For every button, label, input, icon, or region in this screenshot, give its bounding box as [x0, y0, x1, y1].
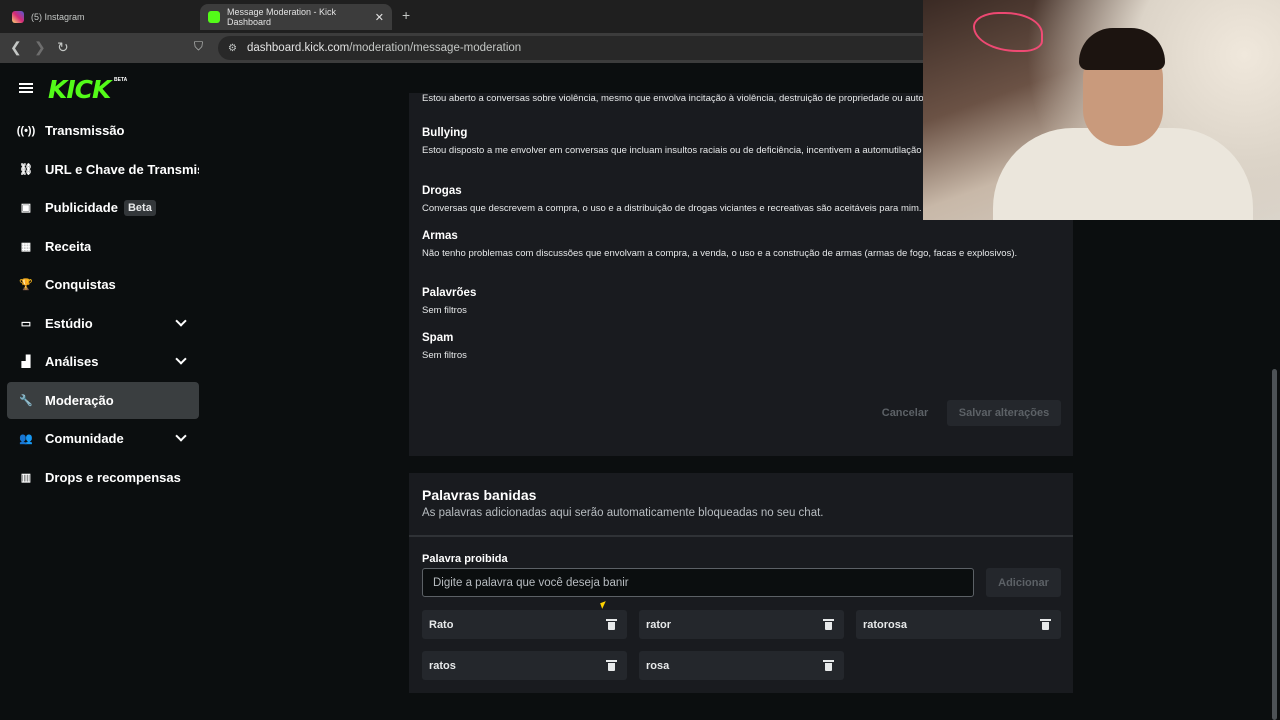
filter-description: Não tenho problemas com discussões que e…: [422, 248, 1018, 259]
save-changes-button[interactable]: Salvar alterações: [947, 400, 1061, 426]
filter-description: Sem filtros: [422, 350, 467, 361]
sidebar: KICK BETA ((•)) Transmissão ⛓ URL e Chave d…: [0, 63, 206, 720]
instagram-favicon-icon: [12, 11, 24, 23]
trash-icon[interactable]: [606, 660, 617, 671]
banned-word-chip: rator: [639, 610, 844, 639]
url-host: dashboard.kick.com: [246, 42, 350, 54]
filter-description: Sem filtros: [422, 305, 467, 316]
webcam-overlay: [923, 0, 1280, 220]
streamer-hair: [1079, 28, 1165, 70]
wallet-icon: ▦: [20, 241, 32, 253]
filter-title: Spam: [422, 332, 454, 344]
sidebar-item[interactable]: ▣ Publicidade Beta: [7, 189, 199, 226]
tab-kick-dashboard[interactable]: Message Moderation - Kick Dashboard ✕: [200, 4, 392, 30]
back-icon[interactable]: ❮: [10, 39, 22, 56]
trash-icon[interactable]: [823, 660, 834, 671]
sidebar-item-label: Transmissão: [45, 123, 125, 138]
sidebar-item-label: Conquistas: [45, 277, 116, 292]
chevron-down-icon[interactable]: [175, 315, 187, 327]
sidebar-item-label: Análises: [45, 354, 99, 369]
sidebar-item-label: Moderação: [45, 393, 114, 408]
sidebar-item[interactable]: ⛓ URL e Chave de Transmissão: [7, 151, 199, 188]
filter-title: Armas: [422, 230, 458, 242]
studio-icon: ▭: [20, 318, 32, 330]
reload-icon[interactable]: ↻: [57, 39, 69, 56]
add-word-button[interactable]: Adicionar: [986, 568, 1061, 597]
banned-words-card: Palavras banidas As palavras adicionadas…: [409, 473, 1073, 693]
address-bar[interactable]: ⚙ dashboard.kick.com/moderation/message-…: [218, 36, 938, 60]
tab-instagram[interactable]: (5) Instagram: [4, 4, 200, 30]
sidebar-item-label: Comunidade: [45, 431, 124, 446]
banned-word-input[interactable]: [422, 568, 974, 597]
close-tab-icon[interactable]: ✕: [375, 11, 384, 24]
new-tab-button[interactable]: +: [402, 7, 410, 23]
banned-word-chip: ratorosa: [856, 610, 1061, 639]
gift-icon: ▥: [20, 472, 32, 484]
sidebar-item[interactable]: ▟ Análises: [7, 343, 199, 380]
banned-word-chip: ratos: [422, 651, 627, 680]
banned-word-chip: rosa: [639, 651, 844, 680]
banned-word-text: Rato: [429, 618, 454, 631]
sidebar-item[interactable]: ▥ Drops e recompensas: [7, 459, 199, 496]
banned-word-label: Palavra proibida: [422, 553, 508, 565]
broadcast-icon: ((•)): [16, 124, 36, 137]
people-icon: 👥: [19, 433, 33, 445]
chevron-down-icon[interactable]: [175, 430, 187, 442]
beta-badge: Beta: [123, 199, 156, 216]
url-path: /moderation/message-moderation: [349, 42, 522, 54]
trash-icon[interactable]: [823, 619, 834, 630]
tab-title: Message Moderation - Kick Dashboard: [227, 7, 337, 27]
filter-profanity: Palavrões Sem filtros: [422, 287, 1062, 317]
trash-icon[interactable]: [1040, 619, 1051, 630]
chart-icon: ▟: [21, 356, 31, 368]
sidebar-item[interactable]: 👥 Comunidade: [7, 420, 199, 457]
sidebar-item[interactable]: ▭ Estúdio: [7, 305, 199, 342]
sidebar-item-label: Receita: [45, 239, 92, 254]
divider: [409, 535, 1073, 537]
sidebar-item-label: Estúdio: [45, 316, 93, 331]
kick-favicon-icon: [208, 11, 220, 23]
section-subtitle: As palavras adicionadas aqui serão autom…: [422, 507, 824, 519]
hamburger-menu-icon[interactable]: [19, 83, 33, 93]
sidebar-item-label: URL e Chave de Transmissão: [44, 162, 199, 177]
banned-word-text: rosa: [646, 659, 670, 672]
banned-word-text: ratorosa: [863, 618, 908, 631]
site-settings-icon[interactable]: ⚙: [228, 43, 237, 54]
tab-title: (5) Instagram: [31, 12, 85, 22]
filter-weapons: Armas Não tenho problemas com discussões…: [422, 230, 1062, 260]
filter-title: Palavrões: [422, 287, 477, 299]
banned-word-text: rator: [646, 618, 672, 631]
sidebar-item[interactable]: ▦ Receita: [7, 228, 199, 265]
page-scrollbar[interactable]: [1272, 369, 1277, 720]
bookmark-icon[interactable]: ⛉: [194, 39, 203, 54]
sidebar-item[interactable]: 🏆 Conquistas: [7, 266, 199, 303]
filter-spam: Spam Sem filtros: [422, 332, 1062, 362]
forward-icon[interactable]: ❯: [34, 39, 46, 56]
section-title: Palavras banidas: [422, 487, 537, 503]
trash-icon[interactable]: [606, 619, 617, 630]
sidebar-item-label: Publicidade: [45, 200, 118, 215]
banned-word-text: ratos: [429, 659, 456, 672]
cancel-button[interactable]: Cancelar: [875, 400, 935, 426]
sidebar-item[interactable]: 🔧 Moderação: [7, 382, 199, 419]
banned-word-chip: Rato: [422, 610, 627, 639]
trophy-icon: 🏆: [19, 279, 33, 291]
chevron-down-icon[interactable]: [175, 353, 187, 365]
link-icon: ⛓: [19, 164, 33, 176]
sidebar-item[interactable]: ((•)) Transmissão: [7, 112, 199, 149]
wrench-icon: 🔧: [19, 395, 33, 407]
kick-logo[interactable]: KICK: [48, 75, 111, 104]
sidebar-item-label: Drops e recompensas: [45, 470, 181, 485]
logo-beta-badge: BETA: [114, 77, 128, 83]
ad-icon: ▣: [20, 202, 32, 214]
